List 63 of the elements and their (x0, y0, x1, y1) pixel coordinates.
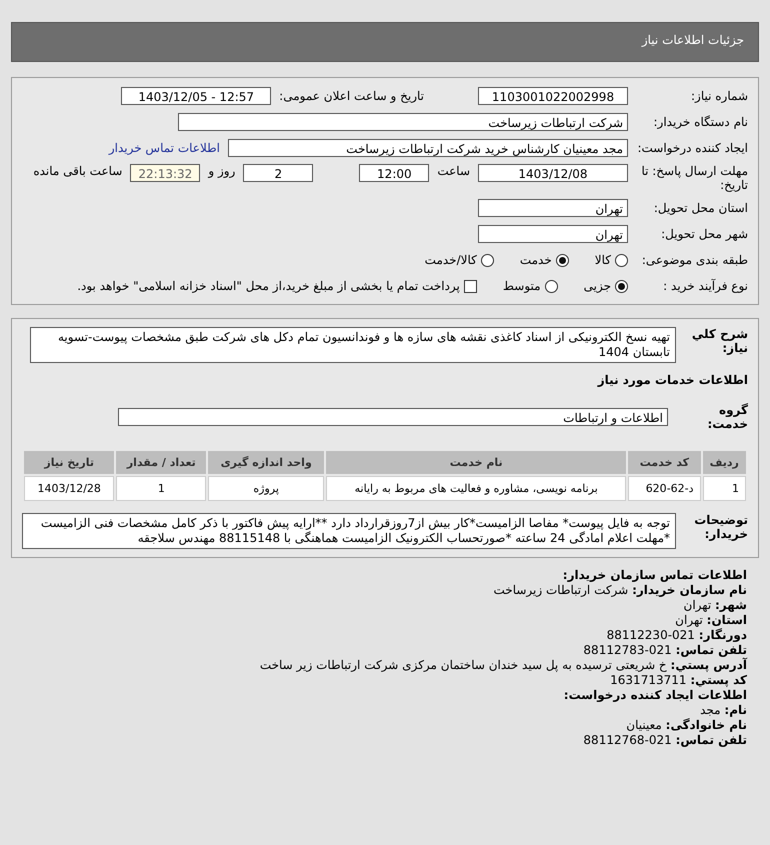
announce-date-field: 1403/12/05 - 12:57 (121, 87, 272, 105)
field-label: مهلت ارسال پاسخ: تا تاریخ: (640, 164, 748, 192)
radio-button[interactable] (480, 254, 494, 266)
table-cell: د-62-620 (628, 476, 701, 501)
buyer-contact-link[interactable]: اطلاعات تماس خریدار (108, 141, 220, 155)
checkbox[interactable] (464, 280, 477, 292)
radio-label: کالا/خدمت (424, 253, 477, 267)
field-label: ساعت (437, 164, 470, 178)
field-label: ساعت باقی مانده (33, 164, 122, 178)
need-number-field: 1103001022002998 (478, 87, 628, 105)
radio-button[interactable] (544, 280, 558, 292)
field-label: گروه خدمت: (706, 403, 748, 431)
contact-line: شهر: تهران (682, 598, 747, 613)
table-cell: 1403/12/28 (24, 476, 114, 501)
table-cell: برنامه نویسی، مشاوره و فعالیت های مربوط به رایانه (326, 476, 626, 501)
radio-label: خدمت (520, 253, 552, 267)
column-header: واحد اندازه گیری (208, 451, 324, 474)
radio-label: جزیی (584, 279, 611, 293)
contact-line: نام سازمان خریدار: شرکت ارتباطات زیرساخت (492, 583, 747, 598)
column-header: تاریخ نیاز (24, 451, 114, 474)
city-field: تهران (478, 225, 628, 243)
radio-label: متوسط (502, 279, 541, 293)
radio-button[interactable] (556, 254, 569, 266)
field-label: شماره نیاز: (690, 89, 748, 103)
field-label: نوع فرآیند خرید : (662, 279, 748, 293)
notes-field: توجه به فایل پیوست* مفاصا الزامیست*کار بیش از7روزقرارداد دارد **ارایه پیش فاکتور با ذکر کامل مشخصات فنی الزامیست *مهلت اعلام امادگی 24 ساعته *صورتحساب الکترونیک الزامیست هماهنگی با 88115148 مهندس سلاجقه (22, 513, 676, 549)
days-field: 2 (243, 164, 314, 182)
service-group-field: اطلاعات و ارتباطات (118, 408, 668, 426)
page-title: جزئیات اطلاعات نیاز (11, 22, 759, 62)
description-field: تهیه نسخ الکترونیکی از اسناد کاغذی نقشه های سازه ها و فوندانسیون تمام دکل های شرکت طبق مشخصات پیوست-تسویه تابستان 1404 (30, 327, 676, 363)
province-field: تهران (478, 199, 628, 217)
radio-button[interactable] (615, 280, 628, 292)
column-header: ردیف (702, 451, 746, 474)
radio-button[interactable] (615, 254, 628, 266)
checkbox-label: پرداخت تمام یا بخشی از مبلغ خرید،از محل "اسناد خزانه اسلامی" خواهد بود. (77, 279, 460, 293)
contact-heading: اطلاعات تماس سازمان خریدار: (562, 568, 747, 582)
remaining-time-field: 22:13:32 (130, 164, 200, 182)
field-label: طبقه بندی موضوعی: (640, 253, 748, 267)
table-cell: 1 (702, 476, 746, 501)
contact-line: آدرس پستي: خ شریعتی ترسیده به پل سید خندان ساختمان مرکزی شرکت ارتباطات زیر ساخت (258, 658, 747, 673)
table-cell: پروژه (208, 476, 324, 501)
buyer-field: شرکت ارتباطات زیرساخت (178, 113, 628, 131)
time-field: 12:00 (359, 164, 430, 182)
creator-field: مجد معینیان کارشناس خرید شرکت ارتباطات زیرساخت (228, 139, 628, 157)
field-label: نام دستگاه خریدار: (652, 115, 748, 129)
contact-line: نام: مجد (699, 703, 747, 718)
column-header: تعداد / مقدار (116, 451, 206, 474)
field-label: توضیحات خریدار: (693, 513, 748, 541)
column-header: نام خدمت (326, 451, 626, 474)
field-label: تاریخ و ساعت اعلان عمومی: (279, 89, 424, 103)
field-label: ایجاد کننده درخواست: (636, 141, 748, 155)
column-header: کد خدمت (628, 451, 701, 474)
radio-label: کالا (594, 253, 611, 267)
field-label: استان محل تحویل: (652, 201, 748, 215)
field-label: شهر محل تحویل: (660, 227, 748, 241)
contact-heading: اطلاعات ایجاد کننده درخواست: (564, 688, 747, 702)
table-cell: 1 (116, 476, 206, 501)
section-title: اطلاعات خدمات مورد نیاز (596, 373, 748, 387)
contact-line: استان: تهران (674, 613, 747, 628)
field-label: شرح کلي نياز: (690, 327, 748, 355)
date-field: 1403/12/08 (478, 164, 628, 182)
field-label: روز و (208, 164, 236, 178)
contact-line: نام خانوادگی: معینیان (625, 718, 747, 733)
